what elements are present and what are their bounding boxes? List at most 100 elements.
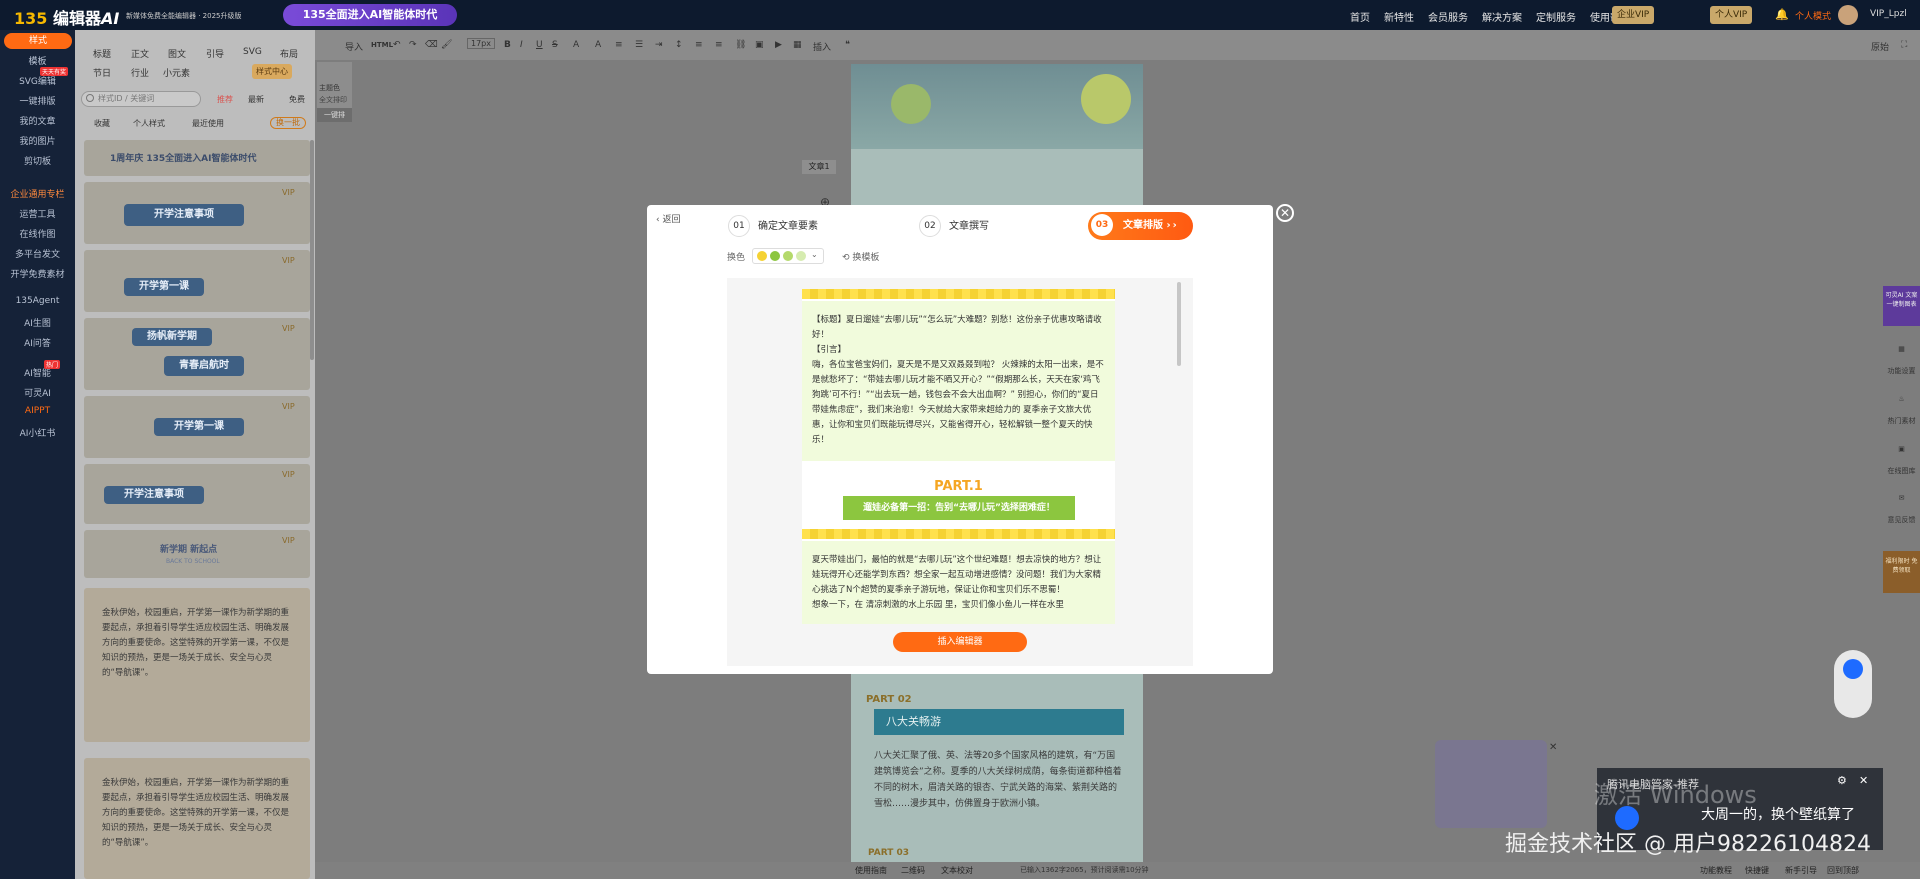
font-size-select[interactable]: 17px <box>467 38 495 49</box>
font-color-icon[interactable]: A <box>573 40 579 50</box>
style-center-button[interactable]: 样式中心 <box>252 64 292 79</box>
top-nav-item[interactable]: 会员服务 <box>1428 9 1468 24</box>
filter-recommend[interactable]: 推荐 <box>217 94 233 105</box>
nav-item-one-click[interactable]: 一键排版 <box>0 94 75 107</box>
import-button[interactable]: 导入 <box>345 40 363 53</box>
underline-icon[interactable]: U <box>536 40 543 50</box>
undo-icon[interactable]: ↶ <box>393 40 401 50</box>
settings-icon[interactable]: ▦ <box>1883 345 1920 353</box>
nav-item-aippt[interactable]: AIPPT <box>0 406 75 416</box>
nav-item-style[interactable]: 样式 <box>4 33 72 49</box>
nav-item-xhs[interactable]: AI小红书 <box>0 426 75 439</box>
search-input[interactable]: 样式ID / 关键词 <box>81 91 201 107</box>
style-card[interactable]: 1周年庆 135全面进入AI智能体时代 <box>84 140 310 176</box>
spacing-icon[interactable]: ↕ <box>675 40 683 50</box>
typeset-tool[interactable]: 全文排印 <box>319 95 347 105</box>
table-icon[interactable]: ▦ <box>793 40 802 50</box>
bottom-proof[interactable]: 文本校对 <box>941 865 973 876</box>
nav-item-my-images[interactable]: 我的图片 <box>0 134 75 147</box>
nav-item-kling[interactable]: 可灵AI <box>0 386 75 399</box>
feedback-icon[interactable]: ✉ <box>1883 494 1920 502</box>
highlight-icon[interactable]: A <box>595 40 601 50</box>
text-card[interactable]: 金秋伊始，校园重启，开学第一课作为新学期的重要起点，承担着引导学生适应校园生活、… <box>84 758 310 879</box>
right-item-feedback[interactable]: 意见反馈 <box>1883 515 1920 525</box>
nav-item-draw[interactable]: 在线作图 <box>0 227 75 240</box>
bottom-shortcuts[interactable]: 快捷键 <box>1745 865 1769 876</box>
eraser-icon[interactable]: ⌫ <box>425 40 438 50</box>
italic-icon[interactable]: I <box>520 40 523 50</box>
nav-item-agent[interactable]: 135Agent <box>0 296 75 306</box>
right-item-gallery[interactable]: 在线图库 <box>1883 466 1920 476</box>
top-nav-item[interactable]: 新特性 <box>1384 9 1414 24</box>
bottom-tutorial[interactable]: 功能教程 <box>1700 865 1732 876</box>
top-nav-item[interactable]: 首页 <box>1350 9 1370 24</box>
top-nav-item[interactable]: 定制服务 <box>1536 9 1576 24</box>
article-label[interactable]: 文章1 <box>802 160 836 174</box>
nav-item-template[interactable]: 模板 <box>0 54 75 67</box>
bell-icon[interactable]: 🔔 <box>1775 8 1789 21</box>
video-icon[interactable]: ▶ <box>775 40 782 50</box>
nav-item-ai-image[interactable]: AI生图 <box>0 316 75 329</box>
nav-item-free[interactable]: 开学免费素材 <box>0 267 75 280</box>
insert-menu[interactable]: 插入 <box>813 40 831 53</box>
indent-icon[interactable]: ⇥ <box>655 40 663 50</box>
nav-item-ai-smart[interactable]: AI智能 <box>0 366 75 379</box>
nav-item-multi[interactable]: 多平台发文 <box>0 247 75 260</box>
strike-icon[interactable]: S <box>552 40 558 50</box>
chat-icon[interactable] <box>1843 659 1863 679</box>
bottom-qrcode[interactable]: 二维码 <box>901 865 925 876</box>
category-tab[interactable]: 引导 <box>206 47 224 60</box>
notif-settings-icon[interactable]: ⚙ <box>1837 774 1847 787</box>
back-button[interactable]: ‹ 返回 <box>656 212 680 225</box>
style-card[interactable]: 新学期 新起点 BACK TO SCHOOL VIP <box>84 530 310 578</box>
promo-popup[interactable] <box>1435 740 1547 828</box>
preview-scrollbar[interactable] <box>1177 282 1181 366</box>
zoom-select[interactable]: 原始 <box>1871 40 1889 53</box>
reset-template-button[interactable]: ⟲ 换模板 <box>842 250 879 263</box>
nav-item-ai-qa[interactable]: AI问答 <box>0 336 75 349</box>
redo-icon[interactable]: ↷ <box>409 40 417 50</box>
html-button[interactable]: HTML <box>371 41 393 49</box>
promo-close-icon[interactable]: ✕ <box>1549 742 1557 753</box>
ai-banner[interactable]: 135全面进入AI智能体时代 <box>283 4 457 26</box>
step-2[interactable]: 02 文章撰写 <box>919 214 989 240</box>
filter-latest[interactable]: 最新 <box>248 94 264 105</box>
modal-close-icon[interactable]: ✕ <box>1276 204 1294 222</box>
personal-vip-button[interactable]: 个人VIP <box>1710 6 1753 24</box>
align-center-icon[interactable]: ≡ <box>715 40 723 50</box>
step-1[interactable]: 01 确定文章要素 <box>728 214 818 240</box>
quote-icon[interactable]: ❝ <box>845 40 850 50</box>
top-nav-item[interactable]: 解决方案 <box>1482 9 1522 24</box>
style-card[interactable]: 开学第一课 VIP <box>84 396 310 458</box>
category-tab[interactable]: SVG <box>243 47 262 57</box>
category-tab[interactable]: 行业 <box>131 66 149 79</box>
avatar[interactable] <box>1838 5 1858 25</box>
refresh-button[interactable]: 换一批 <box>270 117 306 129</box>
username[interactable]: VIP_Lpzl <box>1870 9 1907 19</box>
personal-mode-label[interactable]: 个人模式 <box>1795 9 1831 22</box>
category-tab[interactable]: 小元素 <box>163 66 190 79</box>
link-icon[interactable]: ⛓ <box>735 40 746 50</box>
nav-item-my-articles[interactable]: 我的文章 <box>0 114 75 127</box>
gallery-icon[interactable]: ▣ <box>1883 445 1920 453</box>
theme-color-tool[interactable]: 主题色 <box>319 83 340 93</box>
align-left-icon[interactable]: ≡ <box>695 40 703 50</box>
category-tab[interactable]: 布局 <box>280 47 298 60</box>
bottom-top[interactable]: 回到顶部 <box>1827 865 1859 876</box>
nav-item-clipboard[interactable]: 剪切板 <box>0 154 75 167</box>
preview-article[interactable]: 【标题】夏日遛娃“去哪儿玩”“怎么玩”大难题？别愁！这份亲子优惠攻略请收好！ 【… <box>802 289 1115 624</box>
enterprise-vip-button[interactable]: 企业VIP <box>1612 6 1655 24</box>
style-card[interactable]: 开学注意事项 VIP <box>84 464 310 524</box>
category-tab[interactable]: 图文 <box>168 47 186 60</box>
text-card[interactable]: 金秋伊始，校园重启，开学第一课作为新学期的重要起点，承担着引导学生适应校园生活、… <box>84 588 310 742</box>
right-promo[interactable]: 可灵AI 文案一键制图表 <box>1883 286 1920 326</box>
format-painter-icon[interactable]: 🖌 <box>441 40 452 50</box>
bold-icon[interactable]: B <box>504 40 511 50</box>
right-item-settings[interactable]: 功能设置 <box>1883 366 1920 376</box>
bottom-guide[interactable]: 使用指南 <box>855 865 887 876</box>
one-click-tool[interactable]: 一键排 <box>317 108 352 122</box>
tab-recent[interactable]: 最近使用 <box>192 118 224 129</box>
align-icon[interactable]: ≡ <box>615 40 623 50</box>
step-3-active[interactable]: 03 文章排版 › › <box>1088 212 1193 240</box>
right-item-hot[interactable]: 热门素材 <box>1883 416 1920 426</box>
